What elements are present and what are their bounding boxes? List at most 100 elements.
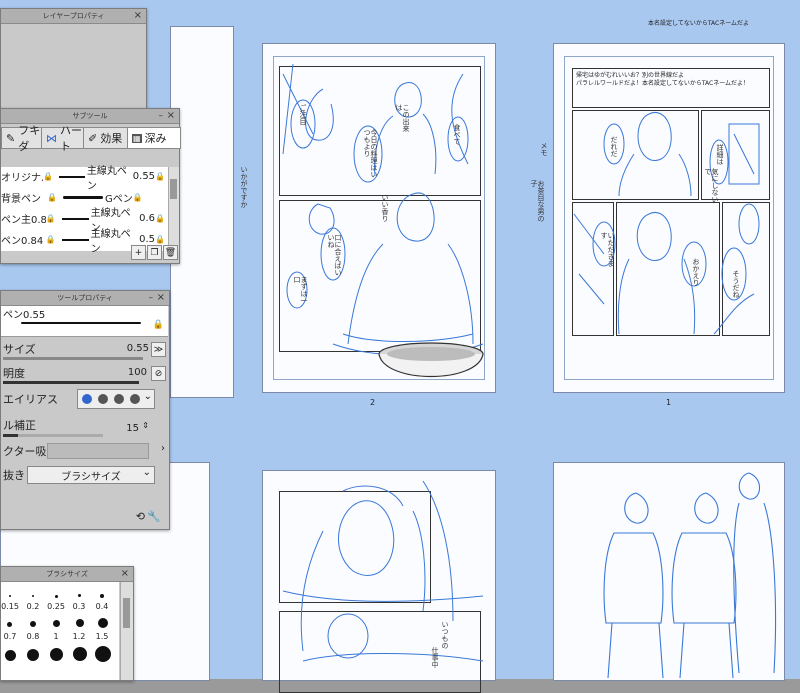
anti-alias-selector[interactable]: ⌄ — [77, 389, 155, 409]
brush-value: 0.6 — [139, 213, 156, 224]
opacity-settings-icon[interactable]: ⊘ — [151, 366, 166, 381]
bubble-text: そうだね — [732, 270, 740, 298]
duplicate-icon[interactable]: ❐ — [147, 245, 162, 260]
bubble-text: いい香り — [381, 194, 389, 222]
size-preset-label: 0.15 — [1, 602, 19, 611]
close-icon[interactable]: × — [134, 10, 142, 22]
bubble-text: まずは一口 — [293, 276, 308, 304]
size-preset-dot[interactable] — [30, 621, 36, 627]
brush-name: ペン0.55 — [3, 310, 46, 321]
panel-title-bar[interactable]: ツールプロパティ – × — [1, 291, 169, 306]
size-preset-label: 0.3 — [72, 602, 86, 611]
scrollbar-thumb[interactable] — [170, 179, 177, 199]
panel-title: サブツール — [72, 112, 108, 120]
tool-property-panel[interactable]: ツールプロパティ – × ペン0.55 🔒 サイズ 0.55 ≫ 明度 100 … — [0, 290, 170, 530]
close-icon[interactable]: × — [121, 568, 129, 580]
taper-row[interactable]: 抜き ブラシサイズ ⌄ — [1, 463, 169, 487]
page-3[interactable]: いつもの 仕事中 — [262, 470, 496, 693]
aa-option-none[interactable] — [82, 394, 92, 404]
size-preset-dot[interactable] — [100, 594, 104, 598]
bow-icon: ⋈ — [46, 131, 57, 145]
reset-icon[interactable]: ⟲ — [136, 510, 145, 523]
size-preset-dot[interactable] — [95, 646, 111, 662]
size-preset-label: 1.2 — [72, 632, 86, 641]
scrollbar[interactable] — [168, 167, 179, 251]
chevron-right-icon[interactable]: › — [161, 443, 165, 454]
size-preset-dot[interactable] — [55, 595, 58, 598]
panel-title-bar[interactable]: レイヤープロパティ × — [1, 9, 146, 24]
sketch-drawing-page-3 — [282, 480, 484, 662]
tab-depth[interactable]: ▦ 深み — [127, 127, 181, 149]
side-note: お茶目な男の子 — [530, 180, 545, 222]
size-preset-label: 0.2 — [26, 602, 40, 611]
brush-stroke-preview — [61, 238, 89, 241]
size-preset-dot[interactable] — [53, 620, 60, 627]
size-preset-dot[interactable] — [27, 649, 39, 661]
page-4[interactable] — [553, 462, 785, 681]
vector-snap-row[interactable]: クター吸着 › — [1, 439, 169, 463]
trash-icon[interactable]: 🗑 — [163, 245, 178, 260]
size-slider-track[interactable] — [3, 357, 143, 360]
brush-size-panel[interactable]: ブラシサイズ × 0.15 0.2 0.25 0.3 0.4 0.7 0.8 1… — [0, 566, 134, 681]
sketch-drawing-page-4 — [603, 472, 777, 679]
brush-size-value[interactable]: 0.55 — [127, 343, 149, 354]
pressure-settings-icon[interactable]: ≫ — [151, 342, 166, 357]
bubble-text: 気にしないで — [704, 168, 719, 203]
size-preset-label: 1.5 — [95, 632, 109, 641]
add-subtool-icon[interactable]: + — [131, 245, 146, 260]
brush-value: 0.55 — [132, 171, 156, 182]
brush-value: 0.5 — [139, 234, 156, 245]
scrollbar[interactable] — [120, 582, 133, 680]
aa-option-medium[interactable] — [114, 394, 124, 404]
size-preset-dot[interactable] — [98, 618, 108, 628]
speech-bubble-icon: ✎ — [6, 131, 16, 145]
aa-option-strong[interactable] — [130, 394, 140, 404]
brush-row[interactable]: 背景ペン 🔒 Gペン 🔒 — [1, 188, 165, 207]
size-preset-label: 1 — [53, 632, 59, 641]
size-preset-dot[interactable] — [73, 647, 87, 661]
size-preset-dot[interactable] — [76, 619, 84, 627]
bubble-text: ご注目 — [299, 104, 307, 125]
minimize-icon[interactable]: – — [159, 110, 164, 122]
lock-icon: 🔒 — [132, 193, 143, 202]
size-preset-dot[interactable] — [78, 594, 81, 597]
spin-arrows-icon[interactable]: ⇕ — [142, 421, 149, 430]
scrollbar-thumb[interactable] — [123, 598, 130, 628]
opacity-slider-track[interactable] — [3, 381, 139, 384]
opacity-slider-fill — [3, 381, 139, 384]
subtool-panel[interactable]: サブツール – × ✎ フキダ ⋈ ハート ✐ 効果 ▦ 深み オリジナル 🔒 … — [0, 108, 181, 264]
size-preset-label: 0.8 — [26, 632, 40, 641]
brush-row[interactable]: オリジナル 🔒 主線丸ペン 0.55 🔒 — [1, 166, 165, 192]
size-preset-dot[interactable] — [7, 622, 12, 627]
close-icon[interactable]: × — [167, 110, 175, 122]
lock-icon: 🔒 — [45, 214, 56, 223]
wrench-icon[interactable]: 🔧 — [147, 510, 161, 523]
stabilization-value[interactable]: 15 — [126, 423, 139, 434]
lock-icon[interactable]: 🔒 — [153, 320, 164, 330]
size-preset-dot[interactable] — [50, 648, 63, 661]
size-preset-label: 0.7 — [3, 632, 17, 641]
stabilization-slider-track[interactable] — [3, 434, 103, 437]
opacity-value[interactable]: 100 — [128, 367, 147, 378]
size-preset-dot[interactable] — [9, 595, 11, 597]
brush-stroke-preview — [59, 175, 85, 178]
stabilization-slider-fill — [3, 434, 18, 437]
close-icon[interactable]: × — [157, 292, 165, 304]
size-preset-dot[interactable] — [5, 650, 16, 661]
taper-select[interactable]: ブラシサイズ ⌄ — [27, 466, 155, 484]
vector-snap-options[interactable] — [47, 443, 149, 459]
taper-value: ブラシサイズ — [61, 471, 121, 483]
lock-icon: 🔒 — [155, 214, 165, 223]
brush-list: オリジナル 🔒 主線丸ペン 0.55 🔒 背景ペン 🔒 Gペン 🔒 ペン主0.8… — [1, 166, 179, 255]
size-preset-dot[interactable] — [32, 595, 34, 597]
brush-row[interactable]: ペン主0.88 🔒 主線丸ペン 0.6 🔒 — [1, 208, 165, 234]
panel-title-bar[interactable]: ブラシサイズ × — [1, 567, 133, 582]
lock-icon: 🔒 — [45, 235, 56, 244]
lock-icon: 🔒 — [43, 172, 54, 181]
chevron-down-icon[interactable]: ⌄ — [144, 391, 152, 402]
aa-option-weak[interactable] — [98, 394, 108, 404]
tab-label: 効果 — [100, 132, 123, 145]
minimize-icon[interactable]: – — [149, 292, 154, 304]
anti-alias-row[interactable]: エイリアス ⌄ — [1, 387, 169, 411]
page-1[interactable]: 帰宅はゆがむれいいお？別の世界線だよ パラレルワールドだよ！本名設定してないから… — [553, 43, 785, 393]
